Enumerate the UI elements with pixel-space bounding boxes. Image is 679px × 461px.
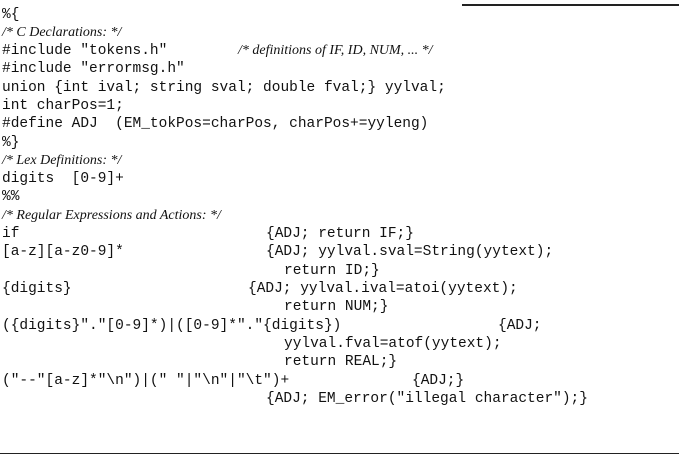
code-comment: /* C Declarations: */ xyxy=(2,25,122,40)
code-line: %{ xyxy=(2,7,20,23)
code-line: %% xyxy=(2,189,20,205)
code-line: %} xyxy=(2,135,20,151)
code-line: #define ADJ (EM_tokPos=charPos, charPos+… xyxy=(2,116,429,132)
code-line: {ADJ;} xyxy=(412,373,465,389)
code-line: {ADJ; return IF;} xyxy=(266,226,414,242)
code-line: ("--"[a-z]*"\n")|(" "|"\n"|"\t")+ xyxy=(2,373,290,389)
code-line: return NUM;} xyxy=(284,299,389,315)
code-line: digits [0-9]+ xyxy=(2,171,124,187)
code-line: if xyxy=(2,226,20,242)
code-line: {digits} xyxy=(2,281,72,297)
code-line: yylval.fval=atof(yytext); xyxy=(284,336,502,352)
code-line: ({digits}"."[0-9]*)|([0-9]*"."{digits}) xyxy=(2,318,342,334)
top-rule xyxy=(462,4,679,6)
code-line: {ADJ; yylval.ival=atoi(yytext); xyxy=(248,281,518,297)
code-line: #include "errormsg.h" xyxy=(2,61,185,77)
code-line: #include "tokens.h" xyxy=(2,43,168,59)
code-line: [a-z][a-z0-9]* xyxy=(2,244,124,260)
code-line: {ADJ; xyxy=(498,318,542,334)
code-line: {ADJ; EM_error("illegal character");} xyxy=(266,391,588,407)
code-line: return REAL;} xyxy=(284,354,398,370)
code-line: int charPos=1; xyxy=(2,98,124,114)
code-comment: /* definitions of IF, ID, NUM, ... */ xyxy=(238,43,433,58)
code-line: {ADJ; yylval.sval=String(yytext); xyxy=(266,244,554,260)
code-line: return ID;} xyxy=(284,263,380,279)
code-comment: /* Regular Expressions and Actions: */ xyxy=(2,208,221,223)
code-comment: /* Lex Definitions: */ xyxy=(2,153,122,168)
code-line: union {int ival; string sval; double fva… xyxy=(2,80,446,96)
bottom-rule xyxy=(0,453,679,454)
